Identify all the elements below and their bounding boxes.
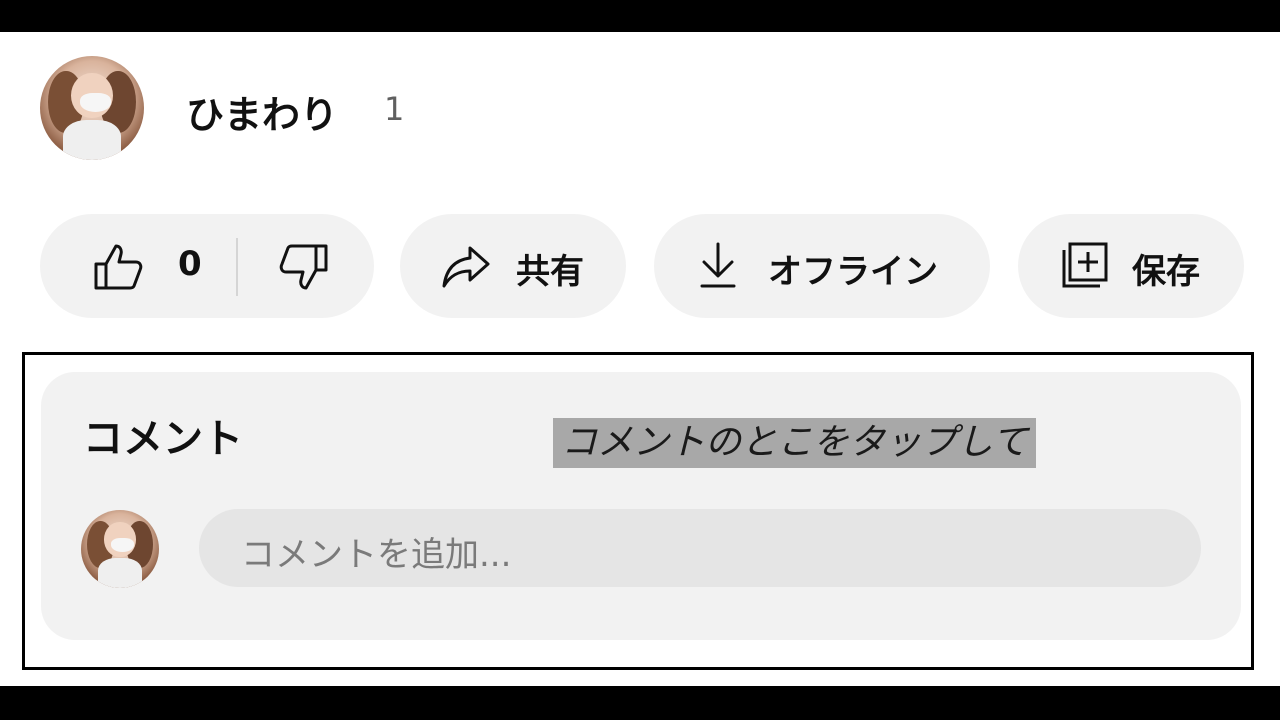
tap-hint-overlay: コメントのとこをタップして [553,418,1036,468]
download-icon [698,240,738,294]
download-button[interactable]: オフライン [654,214,990,318]
subscriber-count: 1 [384,90,405,128]
comment-section[interactable]: コメント コメントのとこをタップして コメントを追加... [41,372,1241,640]
comment-input[interactable]: コメントを追加... [199,509,1201,587]
share-label: 共有 [516,252,584,292]
app-screen: ひまわり 1 0 共有 オフライン 保存 コメント コメントのとこをタップして … [0,32,1280,686]
like-count: 0 [178,244,202,284]
save-label: 保存 [1132,252,1200,292]
comment-highlight-frame: コメント コメントのとこをタップして コメントを追加... [22,352,1254,670]
thumbs-down-icon[interactable] [278,242,330,296]
channel-avatar[interactable] [40,56,144,160]
save-button[interactable]: 保存 [1018,214,1244,318]
comment-input-placeholder: コメントを追加... [241,535,512,575]
comment-title: コメント [83,416,243,462]
share-button[interactable]: 共有 [400,214,626,318]
download-label: オフライン [768,252,938,292]
like-dislike-pill: 0 [40,214,374,318]
add-to-playlist-icon [1058,240,1110,296]
like-divider [236,238,238,296]
channel-name[interactable]: ひまわり [186,84,338,139]
share-arrow-icon [440,244,492,294]
thumbs-up-icon[interactable] [92,242,144,296]
user-avatar [81,510,159,588]
